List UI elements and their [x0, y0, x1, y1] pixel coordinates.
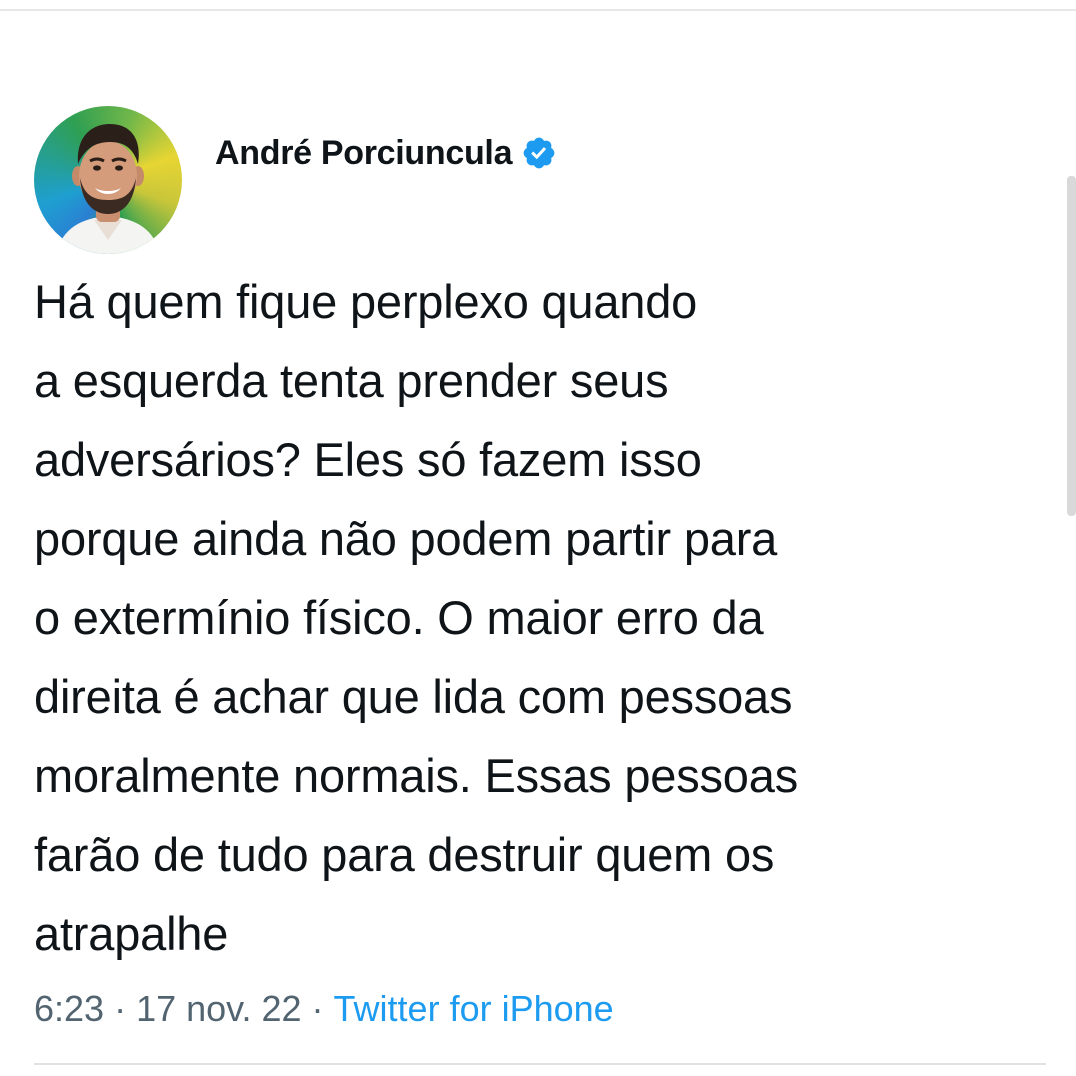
- scrollbar[interactable]: [1067, 176, 1076, 516]
- meta-separator: ·: [114, 988, 127, 1029]
- tweet-time[interactable]: 6:23: [34, 988, 104, 1029]
- bottom-divider: [34, 1063, 1046, 1065]
- profile-photo: [56, 124, 160, 254]
- tweet-source-link[interactable]: Twitter for iPhone: [334, 988, 614, 1029]
- tweet-header: André Porciuncula: [215, 128, 557, 178]
- verified-badge-icon: [521, 135, 557, 171]
- avatar[interactable]: [34, 106, 182, 254]
- top-divider: [0, 9, 1076, 11]
- author-display-name[interactable]: André Porciuncula: [215, 128, 512, 178]
- tweet-text: Há quem fique perplexo quando a esquerda…: [34, 275, 798, 960]
- tweet-date[interactable]: 17 nov. 22: [136, 988, 301, 1029]
- tweet-metadata: 6:23 · 17 nov. 22 · Twitter for iPhone: [34, 984, 614, 1034]
- meta-separator: ·: [311, 988, 324, 1029]
